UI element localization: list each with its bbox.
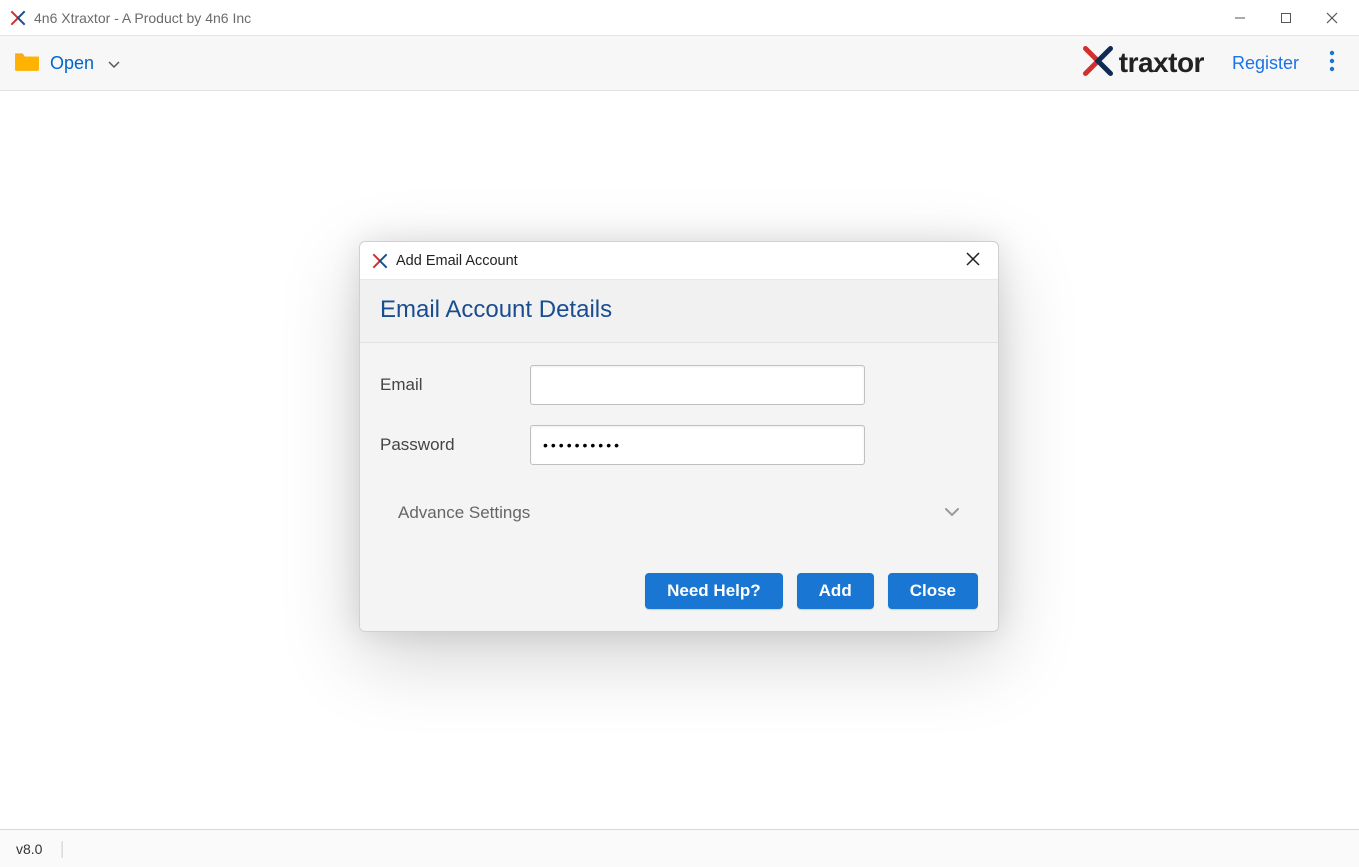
status-divider: │ — [58, 841, 67, 857]
open-menu-button[interactable]: Open — [14, 50, 120, 77]
add-button[interactable]: Add — [797, 573, 874, 609]
version-label: v8.0 — [16, 841, 42, 857]
logo-text: traxtor — [1119, 47, 1204, 79]
main-area: Add Email Account Email Account Details … — [0, 91, 1359, 829]
password-label: Password — [380, 435, 530, 455]
dialog-close-button[interactable] — [960, 248, 986, 274]
caret-down-icon — [104, 53, 120, 74]
add-email-dialog: Add Email Account Email Account Details … — [359, 241, 999, 632]
email-field[interactable] — [530, 365, 865, 405]
dialog-body: Email Password Advance Settings — [360, 343, 998, 559]
close-window-button[interactable] — [1309, 3, 1355, 33]
maximize-button[interactable] — [1263, 3, 1309, 33]
main-toolbar: Open traxtor Register — [0, 36, 1359, 91]
logo-x-icon — [1083, 46, 1113, 81]
window-titlebar: 4n6 Xtraxtor - A Product by 4n6 Inc — [0, 0, 1359, 36]
product-logo: traxtor — [1083, 46, 1204, 81]
app-icon — [10, 10, 26, 26]
need-help-button[interactable]: Need Help? — [645, 573, 783, 609]
status-bar: v8.0 │ — [0, 829, 1359, 867]
password-field[interactable] — [530, 425, 865, 465]
chevron-down-icon — [944, 504, 960, 522]
dialog-title: Add Email Account — [396, 253, 518, 269]
more-menu-button[interactable] — [1319, 44, 1345, 83]
dialog-icon — [372, 253, 388, 269]
dialog-footer: Need Help? Add Close — [360, 559, 998, 631]
advance-settings-toggle[interactable]: Advance Settings — [380, 485, 978, 541]
dialog-heading: Email Account Details — [380, 296, 978, 324]
close-button[interactable]: Close — [888, 573, 978, 609]
open-label: Open — [50, 53, 94, 74]
advance-settings-label: Advance Settings — [398, 503, 944, 523]
dialog-header: Email Account Details — [360, 280, 998, 343]
register-link[interactable]: Register — [1232, 53, 1299, 74]
minimize-button[interactable] — [1217, 3, 1263, 33]
email-label: Email — [380, 375, 530, 395]
window-title: 4n6 Xtraxtor - A Product by 4n6 Inc — [34, 10, 251, 26]
folder-icon — [14, 50, 40, 77]
dialog-titlebar: Add Email Account — [360, 242, 998, 280]
